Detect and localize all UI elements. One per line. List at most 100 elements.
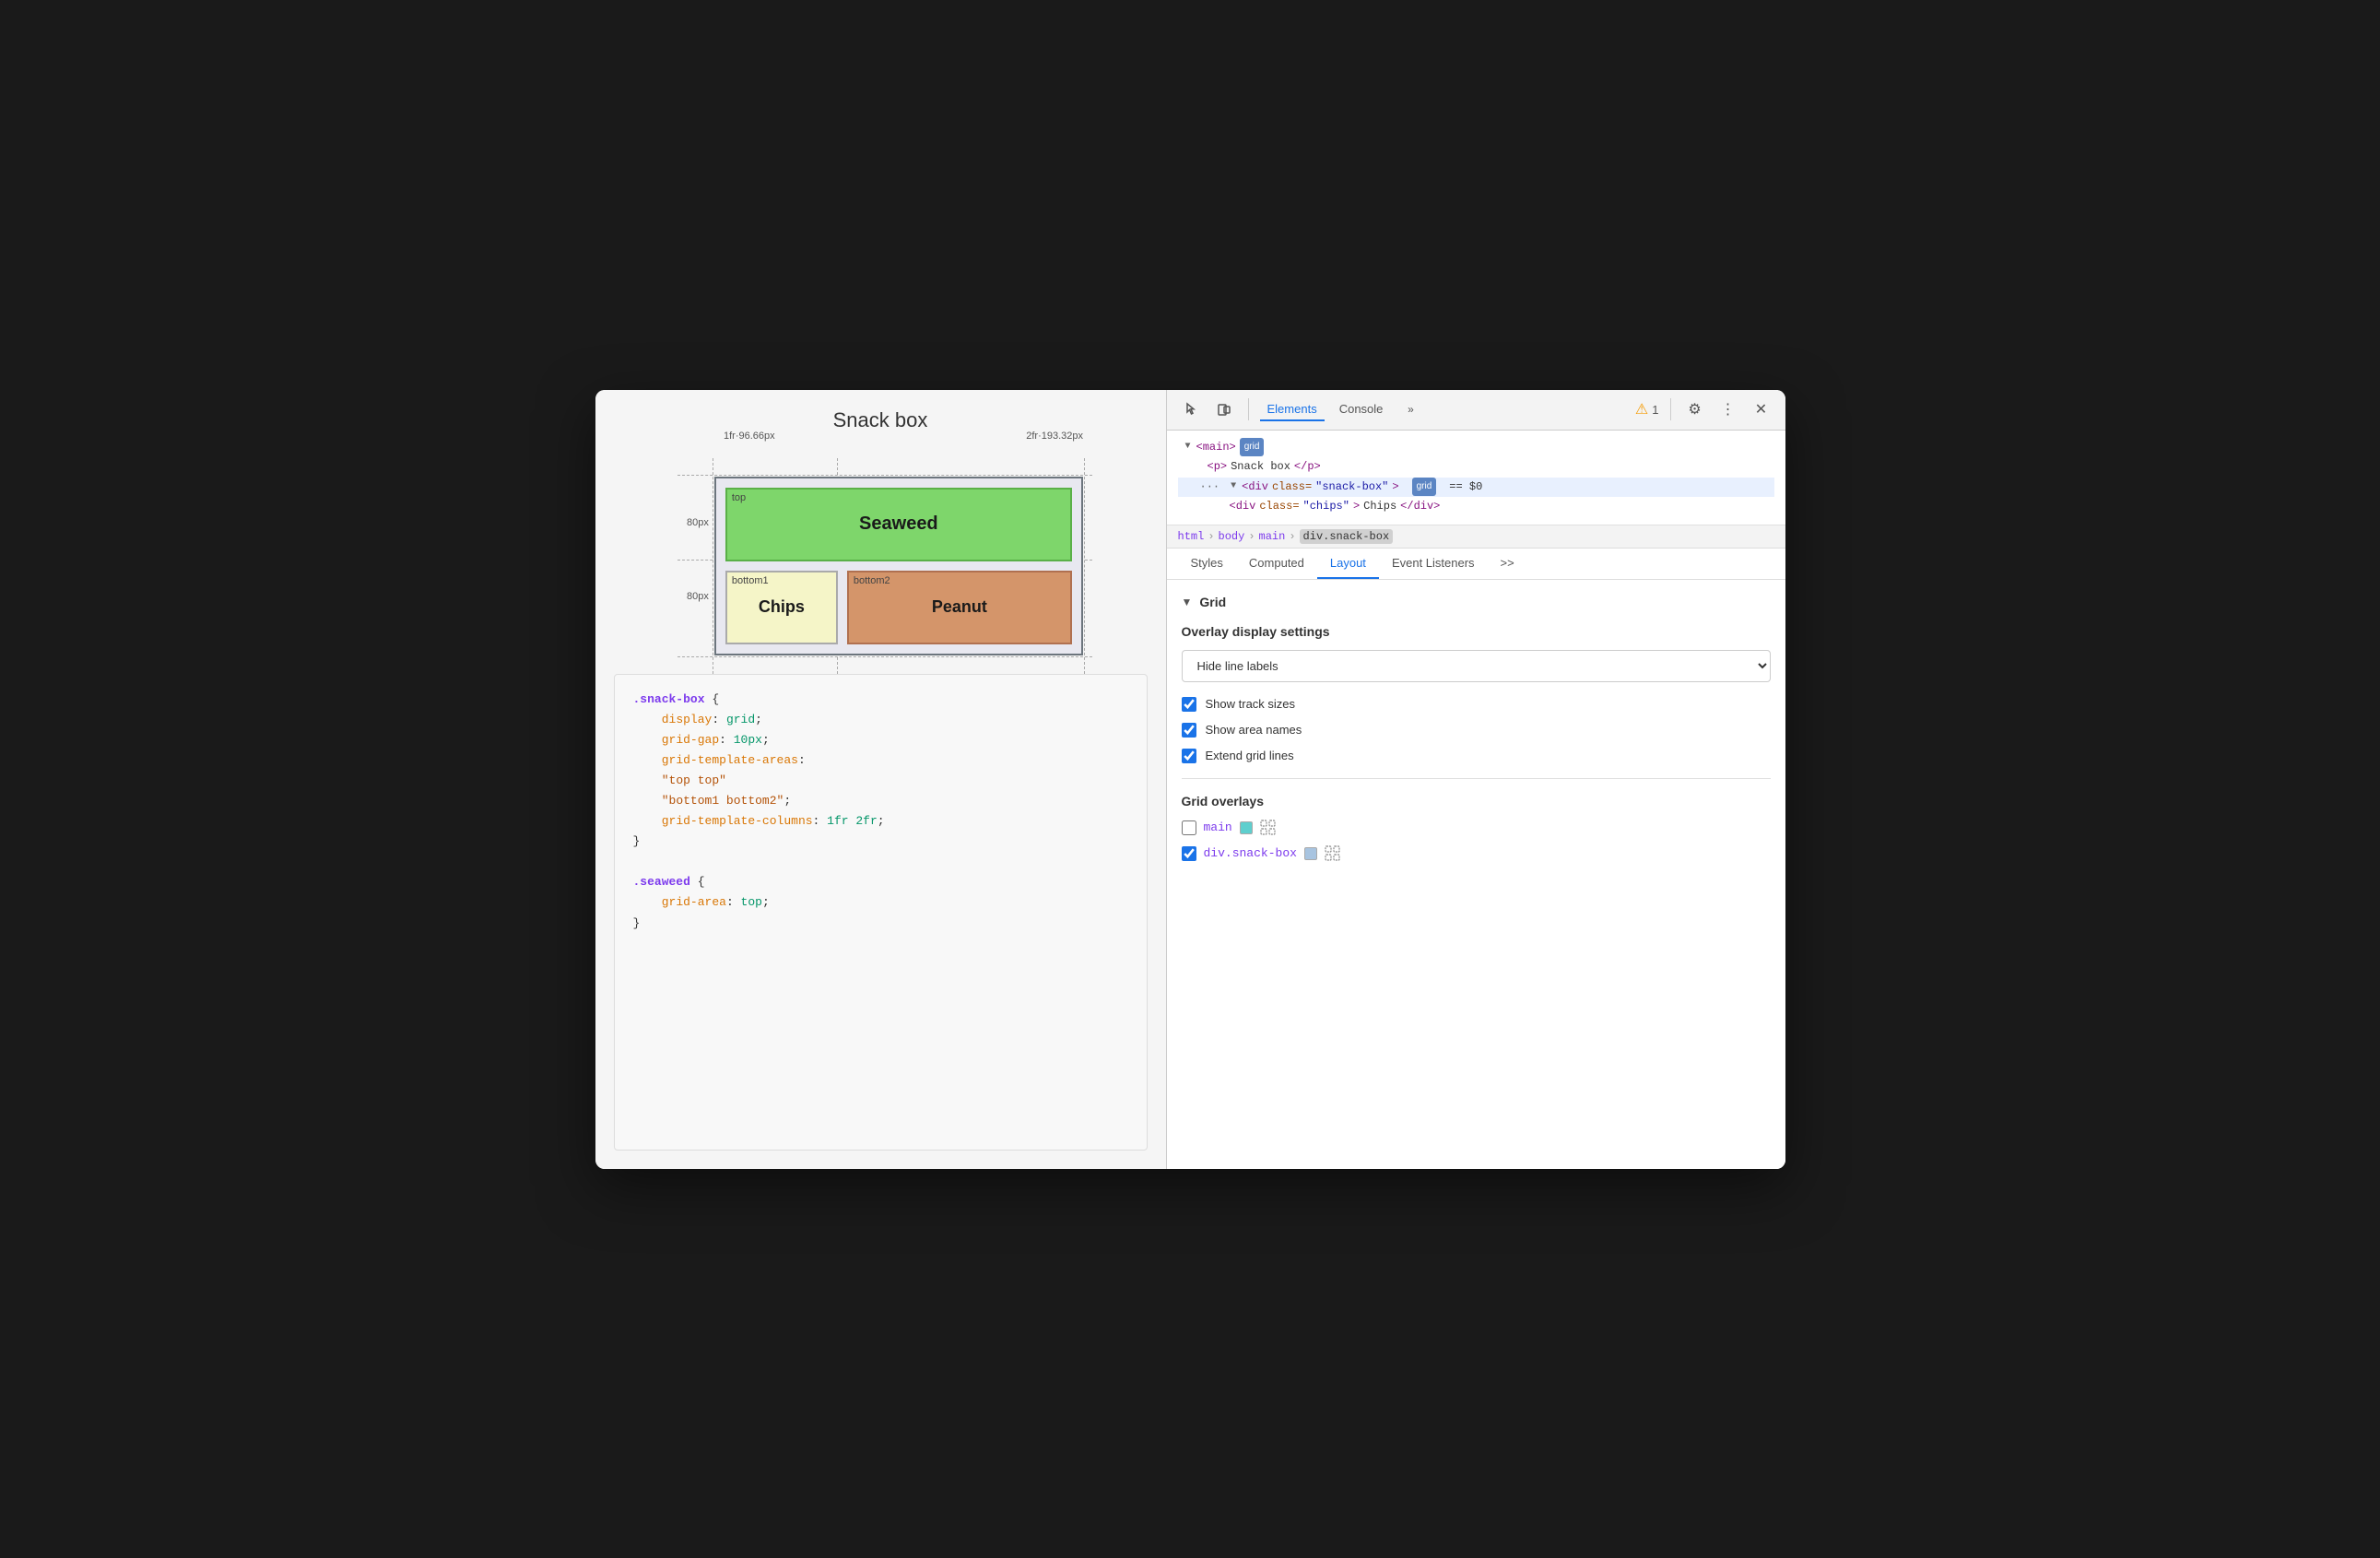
toolbar-separator2	[1670, 398, 1671, 420]
dom-line-p[interactable]: <p> Snack box </p>	[1178, 457, 1774, 478]
overlay-label-snackbox: div.snack-box	[1204, 846, 1297, 860]
checkbox-area-names: Show area names	[1182, 723, 1771, 738]
grid-collapse-arrow[interactable]: ▼	[1182, 596, 1193, 608]
grid-item-seaweed: top Seaweed	[725, 488, 1072, 561]
checkbox-track-sizes-input[interactable]	[1182, 697, 1196, 712]
peanut-name: Peanut	[932, 597, 987, 617]
css-prop-cols: grid-template-columns	[662, 814, 813, 828]
left-panel: Snack box 1fr·96.66px 2fr·193.32px 80px …	[595, 390, 1167, 1169]
dom-tree: ▼ <main> grid <p> Snack box </p> ··· ▼ <…	[1167, 431, 1785, 525]
section-divider	[1182, 778, 1771, 779]
dom-tag-div-close-bracket: >	[1392, 478, 1398, 498]
grid-demo-wrapper: 1fr·96.66px 2fr·193.32px 80px 80px	[687, 451, 1074, 655]
panel-tabs: Styles Computed Layout Event Listeners >…	[1167, 549, 1785, 580]
dom-attr-class: class=	[1272, 478, 1312, 498]
tab-computed[interactable]: Computed	[1236, 549, 1317, 579]
line-labels-dropdown[interactable]: Hide line labels Show line numbers Show …	[1182, 650, 1771, 682]
dom-line-snackbox[interactable]: ··· ▼ <div class= "snack-box" > grid == …	[1178, 478, 1774, 498]
css-code-panel: .snack-box { display: grid; grid-gap: 10…	[614, 674, 1148, 1151]
checkbox-extend-lines: Extend grid lines	[1182, 749, 1771, 763]
snackbox-color-swatch[interactable]	[1304, 847, 1317, 860]
checkbox-area-names-input[interactable]	[1182, 723, 1196, 738]
dom-line-main[interactable]: ▼ <main> grid	[1178, 438, 1774, 458]
more-options-button[interactable]: ⋮	[1715, 396, 1741, 422]
dashed-line-bottom	[677, 656, 1092, 657]
grid-item-chips: bottom1 Chips	[725, 571, 838, 644]
css-prop-gap: grid-gap	[662, 733, 719, 747]
grid-item-peanut: bottom2 Peanut	[847, 571, 1072, 644]
seaweed-area-label: top	[732, 492, 746, 503]
main-color-swatch[interactable]	[1240, 821, 1253, 834]
checkbox-extend-lines-input[interactable]	[1182, 749, 1196, 763]
chips-area-label: bottom1	[732, 575, 769, 586]
dom-attr-val-chips: "chips"	[1303, 497, 1349, 517]
main-grid-icon[interactable]	[1260, 820, 1277, 836]
dom-tag-div-open: <div	[1242, 478, 1268, 498]
overlay-row-snackbox: div.snack-box	[1182, 845, 1771, 862]
devtools-panel: Elements Console » ⚠ 1 ⚙ ⋮ ✕ ▼ <main> gr…	[1167, 390, 1785, 1169]
checkbox-main-overlay[interactable]	[1182, 820, 1196, 835]
tab-layout[interactable]: Layout	[1317, 549, 1379, 579]
grid-section-title: Grid	[1199, 595, 1226, 609]
dom-ellipsis: ···	[1200, 478, 1220, 498]
overlay-label-main: main	[1204, 820, 1232, 834]
row1-track-label: 80px	[687, 486, 714, 560]
tab-event-listeners[interactable]: Event Listeners	[1379, 549, 1488, 579]
row2-track-label: 80px	[687, 560, 714, 633]
checkbox-snackbox-overlay[interactable]	[1182, 846, 1196, 861]
dom-tag-p: <p>	[1208, 457, 1228, 478]
dom-eq-sign: == $0	[1449, 478, 1482, 498]
bc-body[interactable]: body	[1219, 530, 1245, 543]
tab-console[interactable]: Console	[1332, 398, 1391, 421]
browser-window: Snack box 1fr·96.66px 2fr·193.32px 80px …	[595, 390, 1785, 1169]
checkbox-track-sizes-label: Show track sizes	[1206, 697, 1296, 711]
inspect-button[interactable]	[1178, 396, 1204, 422]
snackbox-grid-icon[interactable]	[1325, 845, 1341, 862]
dom-attr-val-snackbox: "snack-box"	[1315, 478, 1388, 498]
dom-tag-div-chips: <div	[1230, 497, 1256, 517]
bc-main[interactable]: main	[1259, 530, 1286, 543]
breadcrumb: html › body › main › div.snack-box	[1167, 525, 1785, 549]
toolbar-separator	[1248, 398, 1249, 420]
grid-container: top Seaweed bottom1 Chips bottom2 Peanut	[714, 477, 1083, 655]
dom-tag-main: <main>	[1196, 438, 1236, 458]
css-prop-areas: grid-template-areas	[662, 753, 798, 767]
dashed-line-right	[1084, 458, 1085, 674]
warning-icon: ⚠	[1635, 400, 1648, 419]
tab-more[interactable]: >>	[1488, 549, 1527, 579]
settings-button[interactable]: ⚙	[1682, 396, 1708, 422]
panel-content: ▼ Grid Overlay display settings Hide lin…	[1167, 580, 1785, 1169]
css-prop-display: display	[662, 713, 713, 726]
css-prop-area: grid-area	[662, 895, 726, 909]
checkbox-area-names-label: Show area names	[1206, 723, 1302, 737]
grid-overlays-title: Grid overlays	[1182, 794, 1771, 809]
dom-triangle-main: ▼	[1185, 439, 1191, 455]
checkbox-track-sizes: Show track sizes	[1182, 697, 1771, 712]
grid-overlays-section: Grid overlays main	[1182, 794, 1771, 862]
tab-styles[interactable]: Styles	[1178, 549, 1236, 579]
devtools-toolbar: Elements Console » ⚠ 1 ⚙ ⋮ ✕	[1167, 390, 1785, 431]
dom-badge-snackbox: grid	[1412, 478, 1437, 496]
warning-badge: ⚠ 1	[1635, 400, 1659, 419]
checkbox-extend-lines-label: Extend grid lines	[1206, 749, 1294, 762]
css-selector-snackbox: .snack-box	[633, 692, 705, 706]
chips-name: Chips	[759, 597, 805, 617]
dom-line-chips[interactable]: <div class= "chips" > Chips </div>	[1178, 497, 1774, 517]
bc-div-snackbox[interactable]: div.snack-box	[1300, 529, 1394, 544]
col2-track-label: 2fr·193.32px	[1026, 431, 1083, 442]
dashed-line-top	[677, 475, 1092, 476]
dom-triangle-snackbox: ▼	[1231, 478, 1236, 495]
close-button[interactable]: ✕	[1749, 396, 1774, 422]
dom-attr-class-chips: class=	[1259, 497, 1299, 517]
dom-badge-main: grid	[1240, 438, 1265, 456]
overlay-settings-title: Overlay display settings	[1182, 624, 1771, 639]
css-string-top: "top top"	[662, 773, 726, 787]
bc-html[interactable]: html	[1178, 530, 1205, 543]
css-block2: .seaweed { grid-area: top; }	[633, 872, 1128, 933]
css-string-bottom: "bottom1 bottom2"	[662, 794, 784, 808]
overlay-row-main: main	[1182, 820, 1771, 836]
device-button[interactable]	[1211, 396, 1237, 422]
tab-elements[interactable]: Elements	[1260, 398, 1325, 421]
more-tabs-button[interactable]: »	[1397, 396, 1423, 422]
page-title: Snack box	[614, 408, 1148, 432]
